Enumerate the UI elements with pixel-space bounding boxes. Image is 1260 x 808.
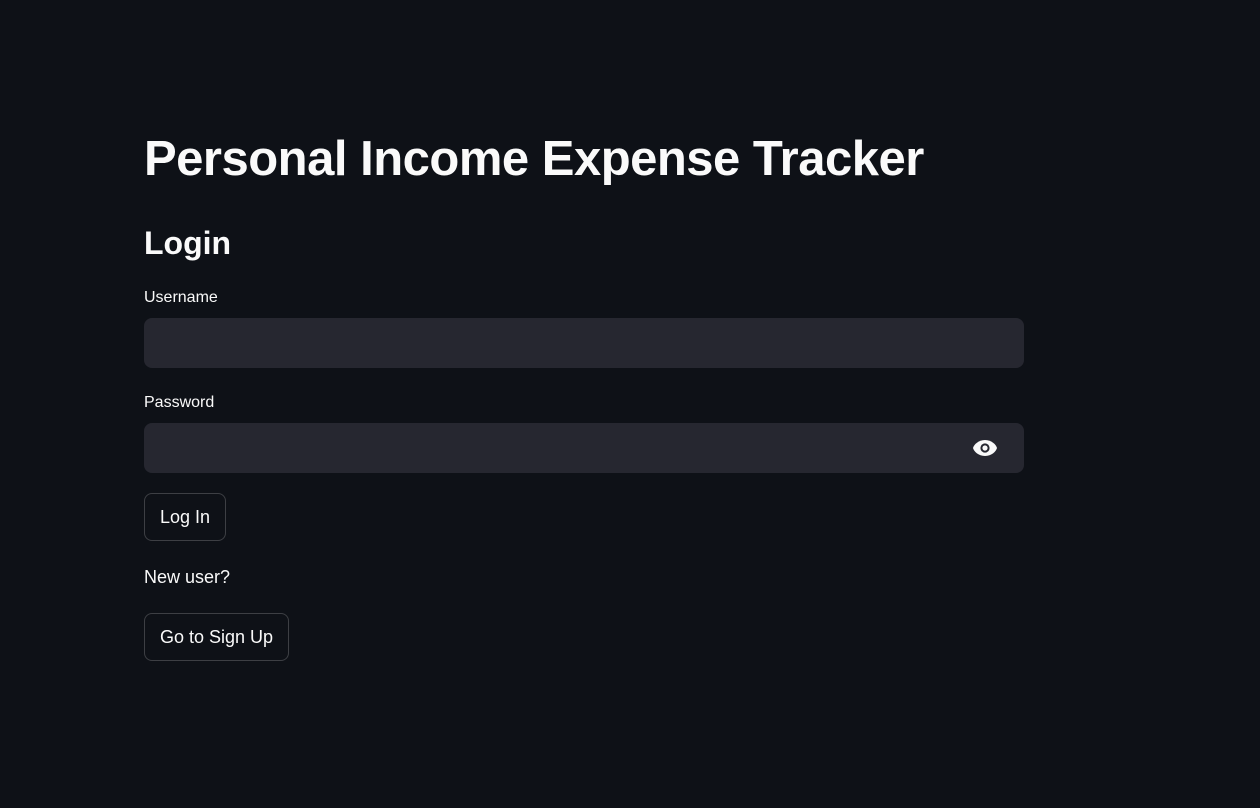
password-field-container [144, 423, 1024, 473]
username-label: Username [144, 289, 218, 306]
username-input[interactable] [144, 318, 1024, 368]
login-button[interactable]: Log In [144, 493, 227, 541]
username-field-container [144, 318, 1024, 368]
new-user-text: New user? [144, 567, 231, 587]
eye-icon[interactable] [970, 436, 1000, 460]
login-heading: Login [144, 225, 232, 261]
page-title: Personal Income Expense Tracker [144, 132, 924, 186]
password-label: Password [144, 394, 215, 411]
password-input[interactable] [144, 423, 1024, 473]
go-to-signup-button[interactable]: Go to Sign Up [144, 613, 290, 661]
